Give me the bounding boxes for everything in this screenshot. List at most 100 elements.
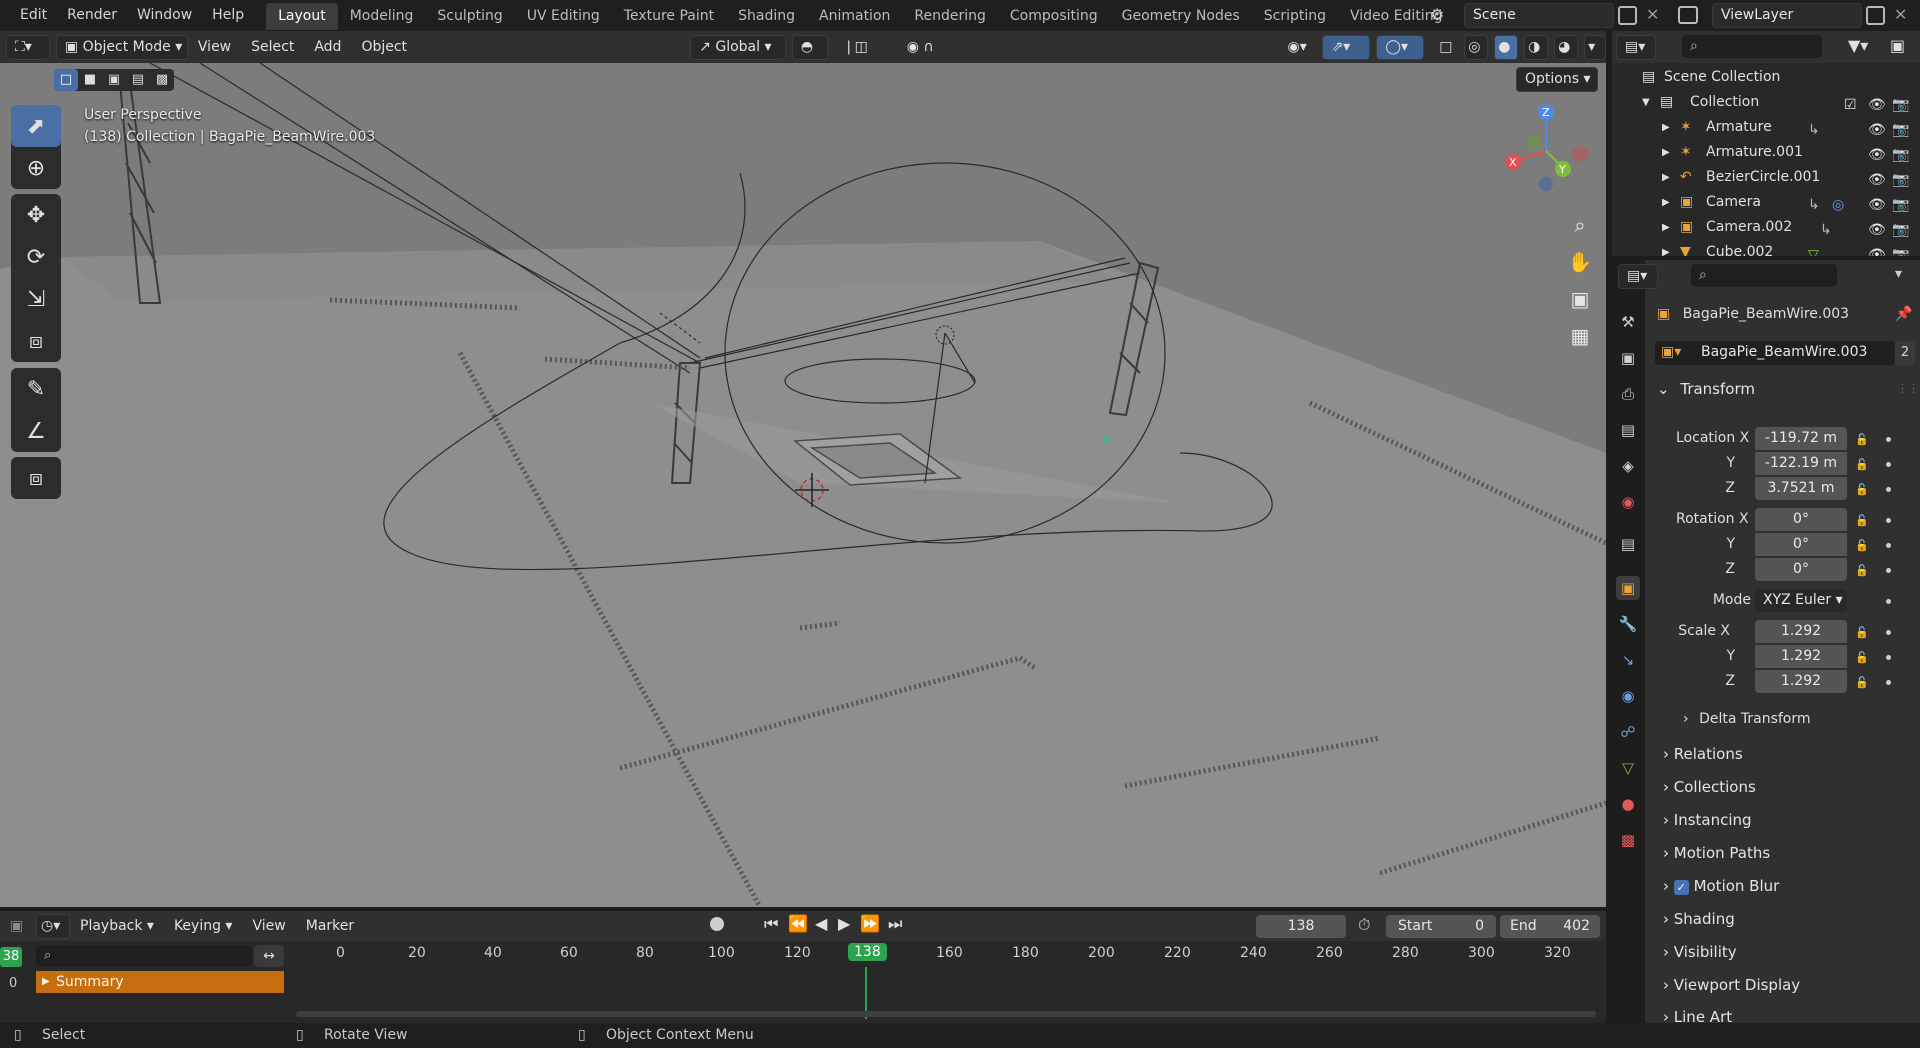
menu-playback[interactable]: Playback ▾ <box>70 910 164 942</box>
render-tab-icon[interactable]: ▣ <box>1616 346 1640 370</box>
play-reverse-icon[interactable]: ◀ <box>815 914 827 933</box>
keyframe-dot-icon[interactable] <box>1886 599 1891 604</box>
lock-icon[interactable]: 🔓 <box>1855 458 1869 471</box>
select-box-tool-icon[interactable]: ⬈ <box>11 105 61 147</box>
tab-compositing[interactable]: Compositing <box>998 3 1110 30</box>
proportional-edit-icon[interactable]: ◉ ∩ <box>897 34 954 60</box>
output-tab-icon[interactable]: ⎙ <box>1616 382 1640 406</box>
outliner-item-armature[interactable]: ▶ ✶ Armature ↳ 👁 📷 <box>1612 115 1920 140</box>
modifier-tab-icon[interactable]: 🔧 <box>1616 612 1640 636</box>
prev-keyframe-icon[interactable]: ⏪ <box>788 914 808 933</box>
gizmo-toggle-icon[interactable]: ⇗▾ <box>1322 34 1371 60</box>
rotate-tool-icon[interactable]: ⟳ <box>11 236 61 278</box>
expand-icon[interactable]: ▶ <box>1662 140 1670 165</box>
tab-modeling[interactable]: Modeling <box>338 3 426 30</box>
collection-row[interactable]: ▼ ▤ Collection ☑ 👁 📷 <box>1612 90 1920 115</box>
tab-layout[interactable]: Layout <box>266 3 338 30</box>
menu-edit[interactable]: Edit <box>10 0 57 31</box>
keyframe-dot-icon[interactable] <box>1886 680 1891 685</box>
menu-help[interactable]: Help <box>202 0 254 31</box>
select-invert-icon[interactable]: ▤ <box>126 69 150 91</box>
material-tab-icon[interactable]: ● <box>1616 792 1640 816</box>
delta-transform-header[interactable]: › Delta Transform <box>1683 711 1811 727</box>
constraints-tab-icon[interactable]: ☍ <box>1616 720 1640 744</box>
tab-geometry-nodes[interactable]: Geometry Nodes <box>1110 3 1252 30</box>
scale-y-field[interactable]: 1.292 <box>1755 645 1847 668</box>
only-selected-icon[interactable]: ↔ <box>254 945 284 967</box>
ortho-grid-icon[interactable]: ▦ <box>1563 319 1597 353</box>
tab-rendering[interactable]: Rendering <box>902 3 998 30</box>
transform-orientation-dropdown[interactable]: ↗ Global ▾ <box>690 34 786 60</box>
lock-icon[interactable]: 🔓 <box>1855 651 1869 664</box>
new-scene-icon[interactable] <box>1618 6 1637 25</box>
pan-hand-icon[interactable]: ✋ <box>1563 245 1597 279</box>
texture-tab-icon[interactable]: ▩ <box>1616 828 1640 852</box>
view-layer-field[interactable]: ViewLayer <box>1712 3 1862 28</box>
keyframe-dot-icon[interactable] <box>1886 462 1891 467</box>
outliner-editor-type-icon[interactable]: ▤▾ <box>1616 35 1656 60</box>
scale-x-field[interactable]: 1.292 <box>1755 620 1847 643</box>
particles-tab-icon[interactable]: ↘ <box>1616 648 1640 672</box>
expand-icon[interactable]: ▶ <box>1662 215 1670 240</box>
keyframe-dot-icon[interactable] <box>1886 568 1891 573</box>
outliner-item-armature-001[interactable]: ▶ ✶ Armature.001 👁 📷 <box>1612 140 1920 165</box>
auto-key-record-icon[interactable] <box>710 917 724 931</box>
expand-icon[interactable]: ▶ <box>1662 240 1670 256</box>
pin-icon[interactable]: 📌 <box>1895 306 1912 322</box>
object-mode-dropdown[interactable]: ▣ Object Mode ▾ <box>55 34 188 60</box>
menu-window[interactable]: Window <box>127 0 202 31</box>
keyframe-dot-icon[interactable] <box>1886 437 1891 442</box>
outliner-item-cube-002[interactable]: ▶ ▼ Cube.002 ▽ 👁 📷 <box>1612 240 1920 256</box>
menu-object[interactable]: Object <box>351 31 417 63</box>
xray-toggle-icon[interactable]: □ <box>1430 34 1459 60</box>
expand-icon[interactable]: ▶ <box>1662 190 1670 215</box>
snap-toggle-icon[interactable]: ❘◫ <box>833 34 892 60</box>
shading-material-icon[interactable]: ◑ <box>1524 34 1549 60</box>
location-y-field[interactable]: -122.19 m <box>1755 452 1847 475</box>
keyframe-dot-icon[interactable] <box>1886 543 1891 548</box>
outliner-item-camera[interactable]: ▶ ▣ Camera ↳ ◎ 👁 📷 <box>1612 190 1920 215</box>
instancing-panel-header[interactable]: › Instancing <box>1663 811 1752 829</box>
overlay-toggle-icon[interactable]: ◯▾ <box>1376 34 1425 60</box>
select-intersect-icon[interactable]: ▩ <box>150 69 174 91</box>
expand-icon[interactable]: ▶ <box>1662 165 1670 190</box>
jump-end-icon[interactable]: ⏭ <box>888 914 902 934</box>
summary-expand-icon[interactable]: ▶ <box>42 971 50 993</box>
object-users-count[interactable]: 2 <box>1895 341 1915 365</box>
eye-icon[interactable]: 👁 <box>1868 243 1886 256</box>
menu-view[interactable]: View <box>188 31 241 63</box>
scale-tool-icon[interactable]: ⇲ <box>11 278 61 320</box>
timeline-body[interactable]: 38 0 ⌕ ↔ ▶ Summary 0 20 40 60 80 100 120… <box>0 941 1606 1023</box>
rotation-z-field[interactable]: 0° <box>1755 558 1847 581</box>
render-icon[interactable]: 📷 <box>1892 243 1909 256</box>
tab-animation[interactable]: Animation <box>807 3 902 30</box>
world-tab-icon[interactable]: ◉ <box>1616 490 1640 514</box>
properties-search-field[interactable]: ⌕ <box>1691 264 1837 287</box>
menu-render[interactable]: Render <box>57 0 127 31</box>
shading-solid-icon[interactable]: ● <box>1494 34 1519 60</box>
scale-z-field[interactable]: 1.292 <box>1755 670 1847 693</box>
outliner-item-beziercircle[interactable]: ▶ ↶ BezierCircle.001 👁 📷 <box>1612 165 1920 190</box>
lock-icon[interactable]: 🔓 <box>1855 676 1869 689</box>
move-tool-icon[interactable]: ✥ <box>11 194 61 236</box>
current-frame-field[interactable]: 138 <box>1256 915 1346 938</box>
scene-collection-row[interactable]: ▤ Scene Collection <box>1612 65 1920 90</box>
keyframe-dot-icon[interactable] <box>1886 487 1891 492</box>
visibility-panel-header[interactable]: › Visibility <box>1663 943 1737 961</box>
playhead-frame[interactable]: 138 <box>848 943 887 961</box>
keyframe-dot-icon[interactable] <box>1886 630 1891 635</box>
tab-sculpting[interactable]: Sculpting <box>425 3 514 30</box>
location-z-field[interactable]: 3.7521 m <box>1755 477 1847 500</box>
cursor-tool-icon[interactable]: ⊕ <box>11 147 61 189</box>
view-layer-tab-icon[interactable]: ▤ <box>1616 418 1640 442</box>
navigation-gizmo[interactable]: Z X Y <box>1496 99 1596 199</box>
tab-shading[interactable]: Shading <box>726 3 807 30</box>
timeline-ruler[interactable]: 0 20 40 60 80 100 120 138 160 180 200 22… <box>292 941 1602 971</box>
scene-tab-icon[interactable]: ◈ <box>1616 454 1640 478</box>
tab-scripting[interactable]: Scripting <box>1252 3 1338 30</box>
outliner-item-camera-002[interactable]: ▶ ▣ Camera.002 ↳ 👁 📷 <box>1612 215 1920 240</box>
visibility-dropdown-icon[interactable]: ◉▾ <box>1278 34 1317 60</box>
delete-view-layer-icon[interactable]: ✕ <box>1894 5 1907 24</box>
jump-start-icon[interactable]: ⏮ <box>764 914 778 934</box>
menu-add[interactable]: Add <box>304 31 351 63</box>
